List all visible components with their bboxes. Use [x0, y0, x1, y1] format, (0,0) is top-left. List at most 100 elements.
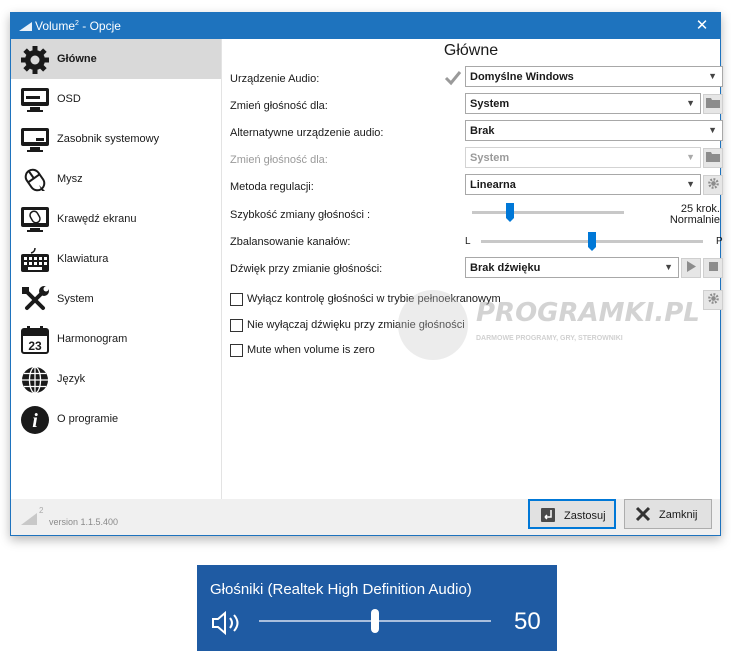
screen-edge-icon	[19, 204, 51, 236]
globe-icon	[19, 364, 51, 396]
close-button[interactable]: Zamknij	[624, 499, 712, 529]
method-settings-button[interactable]	[703, 175, 723, 195]
speed-readout: 25 krok. Normalnie	[640, 204, 720, 226]
apply-button[interactable]: Zastosuj	[528, 499, 616, 529]
sidebar-item-label: OSD	[57, 93, 81, 105]
speed-slider-track[interactable]	[472, 211, 624, 214]
flyout-volume-value: 50	[514, 608, 541, 635]
sidebar-item-about[interactable]: i O programie	[11, 399, 221, 439]
checkbox-box[interactable]	[230, 319, 243, 332]
alt-browse-folder-button	[703, 148, 723, 168]
audio-device-label: Urządzenie Audio:	[230, 73, 320, 85]
sidebar-item-tray[interactable]: Zasobnik systemowy	[11, 119, 221, 159]
sidebar-item-schedule[interactable]: 23 Harmonogram	[11, 319, 221, 359]
volume-for-select[interactable]: System ▼	[465, 93, 701, 114]
alt-volume-for-label: Zmień głośność dla:	[230, 154, 328, 166]
button-bar: 2 version 1.1.5.400 Zastosuj Zamknij	[11, 499, 720, 535]
audio-device-value: Domyślne Windows	[470, 71, 574, 83]
stop-sound-button[interactable]	[703, 258, 723, 278]
checkbox-mute-zero[interactable]: Mute when volume is zero	[230, 343, 700, 359]
chevron-down-icon: ▼	[686, 152, 695, 162]
sidebar-item-glowne[interactable]: Główne	[11, 39, 221, 79]
page-title: Główne	[443, 42, 499, 59]
speed-mode: Normalnie	[669, 214, 720, 226]
method-label: Metoda regulacji:	[230, 181, 314, 193]
method-value: Linearna	[470, 179, 516, 191]
info-icon: i	[19, 404, 51, 436]
settings-panel: Główne Urządzenie Audio: Domyślne Window…	[222, 39, 723, 499]
sidebar-item-osd[interactable]: OSD	[11, 79, 221, 119]
sidebar-item-label: Zasobnik systemowy	[57, 133, 160, 145]
calendar-icon: 23	[19, 324, 51, 356]
options-window: Volume2 - Opcje ✕ Główne OSD Zasobnik sy…	[10, 12, 723, 536]
checkbox-fullscreen[interactable]: Wyłącz kontrolę głośności w trybie pełno…	[230, 292, 700, 308]
checkbox-label: Wyłącz kontrolę głośności w trybie pełno…	[247, 293, 501, 305]
monitor-icon	[19, 84, 51, 116]
play-sound-button[interactable]	[681, 258, 701, 278]
balance-left-label: L	[465, 236, 471, 247]
window-title: Volume2 - Opcje	[35, 19, 121, 33]
apply-icon	[540, 507, 556, 526]
keyboard-icon	[19, 244, 51, 276]
checkbox-label: Nie wyłączaj dźwięku przy zmianie głośno…	[247, 319, 465, 331]
version-text: version 1.1.5.400	[49, 517, 119, 527]
info-glyph: i	[32, 410, 38, 432]
tray-icon	[19, 124, 51, 156]
calendar-day-number: 23	[28, 339, 42, 353]
balance-slider-thumb[interactable]	[588, 232, 596, 251]
audio-device-select[interactable]: Domyślne Windows ▼	[465, 66, 723, 87]
checkmark-icon	[444, 70, 462, 89]
sidebar-item-system[interactable]: System	[11, 279, 221, 319]
checkbox-box[interactable]	[230, 344, 243, 357]
sidebar-item-label: System	[57, 293, 94, 305]
alt-volume-for-value: System	[470, 152, 510, 164]
method-select[interactable]: Linearna ▼	[465, 174, 701, 195]
sidebar-item-label: O programie	[57, 413, 119, 425]
app-logo: 2	[19, 505, 47, 530]
play-icon	[686, 261, 696, 275]
close-icon	[635, 506, 651, 525]
checkbox-label: Mute when volume is zero	[247, 344, 375, 356]
close-label: Zamknij	[659, 509, 698, 521]
checkbox-box[interactable]	[230, 293, 243, 306]
flyout-volume-thumb[interactable]	[371, 609, 379, 633]
sidebar-item-mouse[interactable]: Mysz	[11, 159, 221, 199]
close-window-button[interactable]: ✕	[692, 16, 712, 36]
volume-flyout: Głośniki (Realtek High Definition Audio)…	[197, 565, 557, 651]
sidebar: Główne OSD Zasobnik systemowy Mysz Krawę…	[11, 39, 221, 499]
gear-icon	[707, 177, 720, 193]
mouse-icon	[19, 164, 51, 196]
chevron-down-icon: ▼	[664, 262, 673, 272]
sidebar-item-label: Klawiatura	[57, 253, 109, 265]
speaker-icon[interactable]	[210, 609, 244, 640]
fullscreen-settings-button[interactable]	[703, 290, 723, 310]
chevron-down-icon: ▼	[708, 125, 717, 135]
alt-volume-for-select: System ▼	[465, 147, 701, 168]
speed-slider-thumb[interactable]	[506, 203, 514, 222]
tools-icon	[19, 284, 51, 316]
apply-label: Zastosuj	[564, 510, 606, 522]
sidebar-item-label: Mysz	[57, 173, 83, 185]
app-logo-sup: 2	[39, 506, 44, 515]
alt-device-select[interactable]: Brak ▼	[465, 120, 723, 141]
alt-device-value: Brak	[470, 125, 495, 137]
browse-folder-button[interactable]	[703, 94, 723, 114]
sidebar-item-keyboard[interactable]: Klawiatura	[11, 239, 221, 279]
sound-select[interactable]: Brak dźwięku ▼	[465, 257, 679, 278]
title-bar: Volume2 - Opcje ✕	[11, 13, 720, 39]
sidebar-item-language[interactable]: Język	[11, 359, 221, 399]
sidebar-item-label: Główne	[57, 53, 97, 65]
chevron-down-icon: ▼	[708, 71, 717, 81]
alt-device-label: Alternatywne urządzenie audio:	[230, 127, 384, 139]
sidebar-item-label: Krawędź ekranu	[57, 213, 137, 225]
app-volume-icon	[19, 22, 32, 34]
volume-for-value: System	[470, 98, 510, 110]
checkbox-no-mute[interactable]: Nie wyłączaj dźwięku przy zmianie głośno…	[230, 318, 700, 334]
sidebar-item-label: Harmonogram	[57, 333, 128, 345]
chevron-down-icon: ▼	[686, 98, 695, 108]
folder-icon	[706, 97, 720, 111]
flyout-device-name: Głośniki (Realtek High Definition Audio)	[210, 581, 472, 598]
gear-icon	[19, 44, 51, 76]
gear-icon	[707, 292, 720, 308]
sidebar-item-screen-edge[interactable]: Krawędź ekranu	[11, 199, 221, 239]
